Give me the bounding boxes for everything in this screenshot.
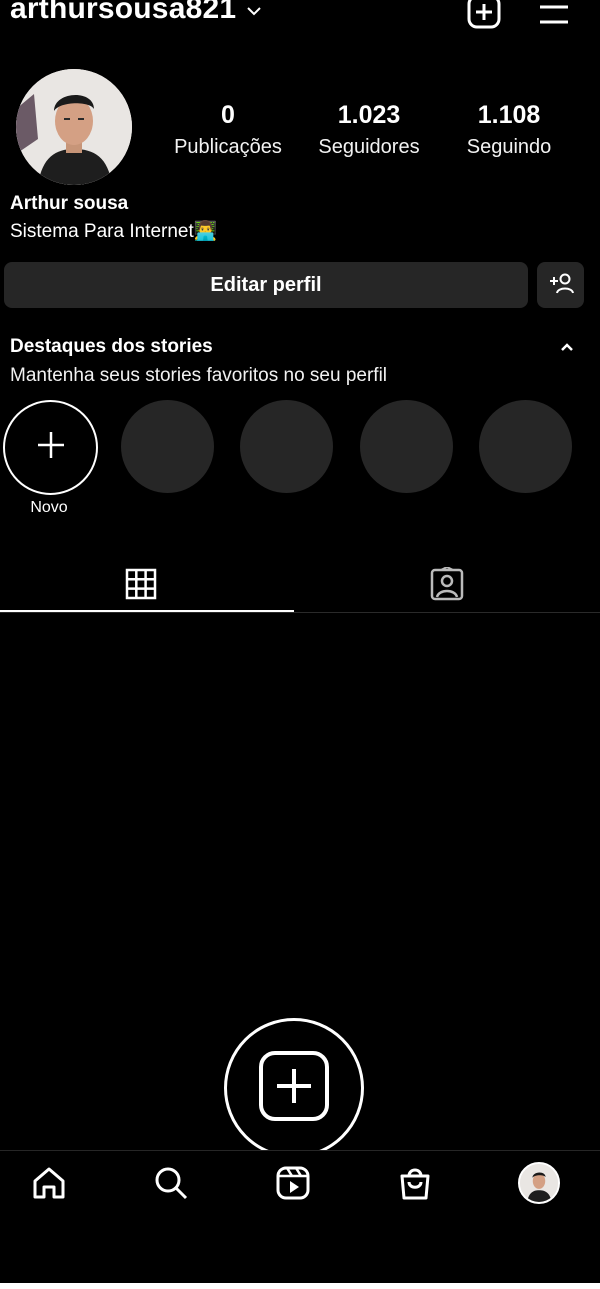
create-first-post-button[interactable]	[224, 1018, 364, 1158]
profile-name: Arthur sousa	[10, 193, 129, 214]
following-label: Seguindo	[466, 136, 552, 158]
highlights-subtitle: Mantenha seus stories favoritos no seu p…	[10, 365, 388, 386]
highlights-title: Destaques dos stories	[10, 336, 213, 357]
home-icon[interactable]	[29, 1163, 69, 1203]
tab-divider	[0, 612, 600, 613]
username-title[interactable]: arthursousa821	[10, 0, 236, 26]
plus-icon	[36, 430, 66, 465]
active-tab-indicator	[0, 610, 294, 612]
chevron-up-icon[interactable]	[558, 338, 576, 361]
tab-posts-grid[interactable]	[0, 560, 291, 612]
highlight-placeholder	[240, 400, 333, 493]
menu-icon[interactable]	[537, 0, 571, 30]
profile-tab[interactable]	[517, 1161, 561, 1205]
reels-icon[interactable]	[273, 1163, 313, 1203]
profile-avatar	[518, 1162, 560, 1204]
tagged-icon	[430, 565, 464, 606]
posts-count: 0	[221, 101, 235, 129]
new-highlight-label: Novo	[30, 499, 68, 516]
highlight-placeholder	[360, 400, 453, 493]
profile-bio: Sistema Para Internet👨‍💻	[10, 221, 218, 242]
edit-profile-button[interactable]: Editar perfil	[4, 262, 528, 308]
followers-stat[interactable]: 1.023 Seguidores	[299, 101, 439, 159]
search-icon[interactable]	[151, 1163, 191, 1203]
highlight-placeholder	[479, 400, 572, 493]
highlight-placeholder	[121, 400, 214, 493]
grid-icon	[125, 568, 157, 605]
followers-label: Seguidores	[318, 136, 420, 158]
following-count: 1.108	[477, 101, 541, 129]
profile-avatar[interactable]	[16, 69, 132, 185]
system-bar	[0, 1220, 600, 1289]
new-highlight-button[interactable]	[3, 400, 98, 495]
new-post-icon[interactable]	[467, 0, 501, 30]
bottom-navigation	[0, 1150, 600, 1221]
tab-tagged[interactable]	[297, 560, 597, 612]
edit-profile-label: Editar perfil	[210, 273, 322, 296]
posts-label: Publicações	[174, 136, 282, 158]
shop-icon[interactable]	[395, 1163, 435, 1203]
top-header: arthursousa821	[0, 0, 600, 40]
following-stat[interactable]: 1.108 Seguindo	[439, 101, 579, 159]
followers-count: 1.023	[337, 101, 401, 129]
bottom-edge	[0, 1283, 600, 1289]
posts-stat[interactable]: 0 Publicações	[158, 101, 298, 159]
discover-people-button[interactable]	[537, 262, 584, 308]
new-post-icon	[257, 1049, 331, 1128]
chevron-down-icon[interactable]	[245, 2, 263, 25]
add-user-icon	[548, 272, 574, 299]
